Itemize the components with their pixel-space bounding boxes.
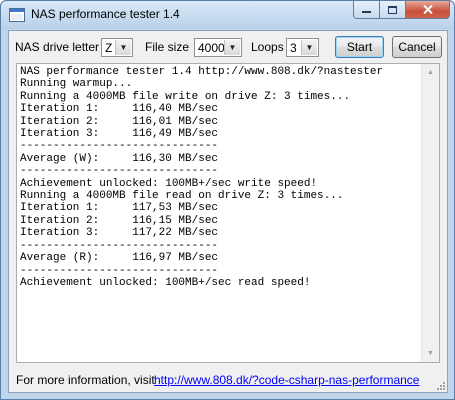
vertical-scrollbar[interactable]: ▲ ▼	[421, 64, 439, 362]
minimize-button[interactable]	[353, 1, 380, 19]
app-window: NAS performance tester 1.4 NAS drive let…	[0, 0, 455, 400]
chevron-down-icon: ▼	[301, 40, 317, 55]
file-size-value: 4000	[198, 41, 225, 55]
client-area: NAS drive letter Z ▼ File size 4000 ▼ Lo…	[8, 30, 448, 393]
log-output[interactable]: NAS performance tester 1.4 http://www.80…	[16, 63, 440, 363]
drive-letter-value: Z	[105, 41, 113, 55]
resize-grip-icon[interactable]	[436, 381, 446, 391]
cancel-button[interactable]: Cancel	[392, 36, 442, 58]
app-icon	[9, 8, 25, 22]
log-text: NAS performance tester 1.4 http://www.80…	[20, 66, 384, 289]
info-link[interactable]: http://www.808.dk/?code-csharp-nas-perfo…	[154, 373, 419, 387]
loops-label: Loops	[251, 40, 284, 54]
file-size-label: File size	[145, 40, 190, 54]
loops-value: 3	[290, 41, 297, 55]
start-button[interactable]: Start	[335, 36, 384, 58]
chevron-down-icon: ▼	[115, 40, 131, 55]
close-icon	[422, 5, 433, 14]
maximize-icon	[388, 5, 397, 14]
drive-letter-select[interactable]: Z ▼	[101, 38, 133, 57]
chevron-down-icon: ▼	[224, 40, 240, 55]
scroll-down-icon[interactable]: ▼	[422, 345, 439, 362]
scroll-up-icon[interactable]: ▲	[422, 64, 439, 81]
loops-select[interactable]: 3 ▼	[286, 38, 319, 57]
info-label: For more information, visit	[16, 373, 155, 387]
window-title: NAS performance tester 1.4	[31, 7, 180, 21]
file-size-select[interactable]: 4000 ▼	[194, 38, 242, 57]
minimize-icon	[362, 10, 371, 13]
close-button[interactable]	[406, 1, 450, 19]
caption-buttons	[353, 1, 450, 20]
drive-letter-label: NAS drive letter	[15, 40, 100, 54]
title-bar[interactable]: NAS performance tester 1.4	[1, 1, 454, 29]
maximize-button[interactable]	[380, 1, 406, 19]
